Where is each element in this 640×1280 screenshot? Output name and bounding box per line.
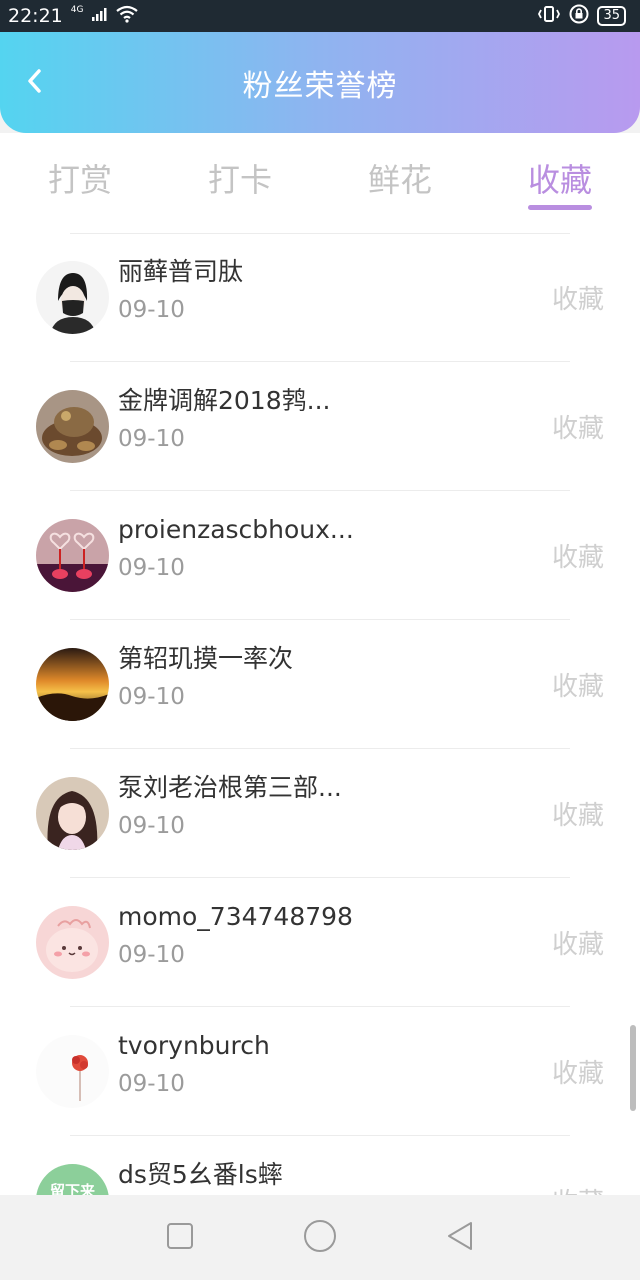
item-text: 第轺玑摸一率次 09-10	[118, 642, 498, 712]
favorite-label: 收藏	[551, 543, 604, 573]
status-left: 22:21 4G	[8, 5, 139, 28]
item-text: ds贸5幺番ls蟀	[118, 1158, 498, 1195]
user-name: ds贸5幺番ls蟀	[118, 1160, 283, 1189]
user-name: tvorynburch	[118, 1031, 270, 1060]
status-right: 35	[537, 4, 626, 29]
tab-checkin[interactable]: 打卡	[160, 133, 320, 233]
signal-icon	[91, 6, 107, 27]
home-button[interactable]	[295, 1213, 345, 1263]
scrollbar[interactable]	[630, 1025, 636, 1111]
network-type: 4G	[70, 4, 84, 15]
battery-icon: 35	[597, 6, 626, 26]
avatar-text: 留下来	[50, 1182, 96, 1195]
avatar[interactable]	[36, 390, 109, 463]
recent-apps-button[interactable]	[155, 1213, 205, 1263]
item-text: tvorynburch 09-10	[118, 1029, 498, 1099]
item-text: proienzascbhoux... 09-10	[118, 513, 498, 583]
back-button[interactable]	[20, 63, 48, 103]
back-triangle-icon	[445, 1220, 475, 1256]
avatar[interactable]	[36, 1035, 109, 1108]
list-item[interactable]: 第轺玑摸一率次 09-10 收藏	[0, 620, 640, 749]
avatar[interactable]	[36, 261, 109, 334]
favorite-label: 收藏	[551, 414, 604, 444]
item-date: 09-10	[118, 813, 185, 839]
list-item[interactable]: momo_734748798 09-10 收藏	[0, 878, 640, 1007]
recent-apps-icon	[166, 1222, 194, 1254]
tab-reward[interactable]: 打赏	[0, 133, 160, 233]
favorite-label: 收藏	[551, 930, 604, 960]
item-date: 09-10	[118, 942, 185, 968]
back-nav-button[interactable]	[435, 1213, 485, 1263]
tab-favorites[interactable]: 收藏	[480, 133, 640, 233]
wifi-icon	[115, 5, 139, 28]
avatar[interactable]	[36, 648, 109, 721]
tab-bar: 打赏 打卡 鲜花 收藏	[0, 133, 640, 233]
user-name: 金牌调解2018鹁...	[118, 386, 331, 415]
app-header: 粉丝荣誉榜	[0, 32, 640, 133]
lock-rotation-icon	[569, 4, 589, 29]
item-text: 金牌调解2018鹁... 09-10	[118, 384, 498, 454]
user-name: momo_734748798	[118, 902, 353, 931]
item-text: momo_734748798 09-10	[118, 900, 498, 970]
item-date: 09-10	[118, 297, 185, 323]
chevron-left-icon	[26, 68, 42, 98]
tab-underline	[528, 205, 592, 210]
list-item[interactable]: 金牌调解2018鹁... 09-10 收藏	[0, 362, 640, 491]
item-date: 09-10	[118, 1071, 185, 1097]
tab-label: 收藏	[527, 161, 592, 199]
tab-label: 打赏	[47, 161, 112, 199]
page-title: 粉丝荣誉榜	[242, 68, 398, 104]
favorite-label: 收藏	[551, 801, 604, 831]
avatar[interactable]: 留下来	[36, 1164, 109, 1195]
user-name: proienzascbhoux...	[118, 515, 354, 544]
tab-flowers[interactable]: 鲜花	[320, 133, 480, 233]
list-item[interactable]: 留下来 ds贸5幺番ls蟀 收藏	[0, 1136, 640, 1195]
list-item[interactable]: 泵刘老治根第三部... 09-10 收藏	[0, 749, 640, 878]
user-name: 第轺玑摸一率次	[118, 644, 294, 673]
status-time: 22:21	[8, 5, 63, 27]
tab-label: 打卡	[207, 161, 272, 199]
item-date: 09-10	[118, 684, 185, 710]
avatar[interactable]	[36, 519, 109, 592]
status-bar: 22:21 4G 35	[0, 0, 640, 32]
favorite-label: 收藏	[551, 285, 604, 315]
fan-list[interactable]: 丽藓普司肽 09-10 收藏 金牌调解2018鹁... 09-10 收藏 pro…	[0, 233, 640, 1195]
user-name: 丽藓普司肽	[118, 257, 244, 286]
list-item[interactable]: tvorynburch 09-10 收藏	[0, 1007, 640, 1136]
tab-label: 鲜花	[367, 161, 432, 199]
favorite-label: 收藏	[551, 1059, 604, 1089]
item-date: 09-10	[118, 555, 185, 581]
avatar[interactable]	[36, 777, 109, 850]
home-icon	[303, 1219, 337, 1257]
list-item[interactable]: 丽藓普司肽 09-10 收藏	[0, 233, 640, 362]
avatar[interactable]	[36, 906, 109, 979]
item-date: 09-10	[118, 426, 185, 452]
favorite-label: 收藏	[552, 1182, 604, 1195]
system-nav-bar	[0, 1195, 640, 1280]
item-text: 泵刘老治根第三部... 09-10	[118, 771, 498, 841]
user-name: 泵刘老治根第三部...	[118, 773, 342, 802]
list-item[interactable]: proienzascbhoux... 09-10 收藏	[0, 491, 640, 620]
item-text: 丽藓普司肽 09-10	[118, 255, 498, 325]
favorite-label: 收藏	[551, 672, 604, 702]
vibrate-icon	[537, 4, 561, 29]
